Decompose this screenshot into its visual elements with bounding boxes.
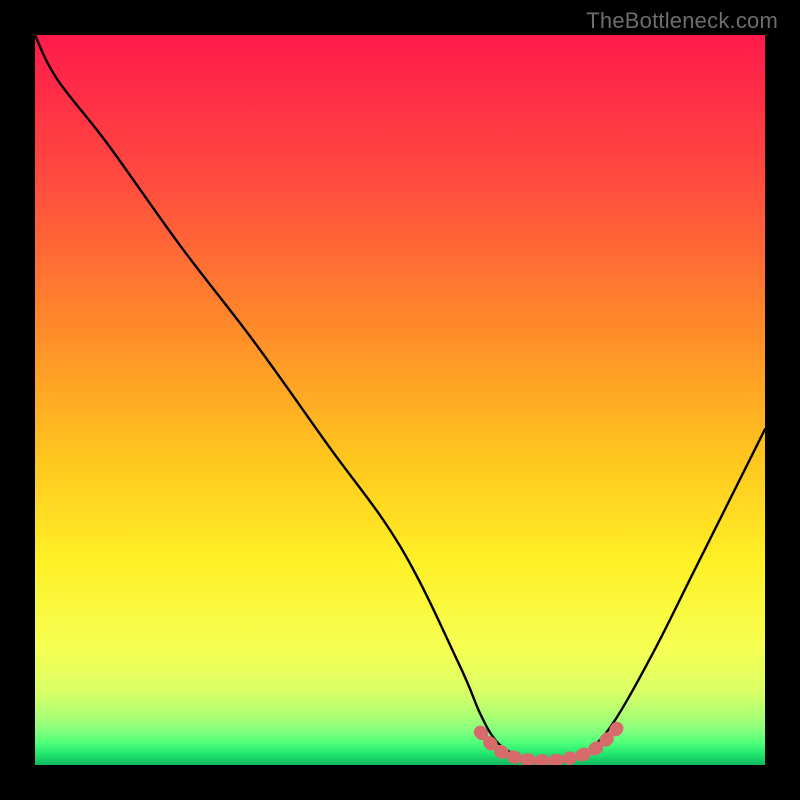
plot-area: [35, 35, 765, 765]
chart-frame: TheBottleneck.com: [0, 0, 800, 800]
series-curve: [35, 35, 765, 762]
chart-lines: [35, 35, 765, 765]
watermark-text: TheBottleneck.com: [586, 8, 778, 34]
series-flat-segment: [480, 721, 622, 761]
